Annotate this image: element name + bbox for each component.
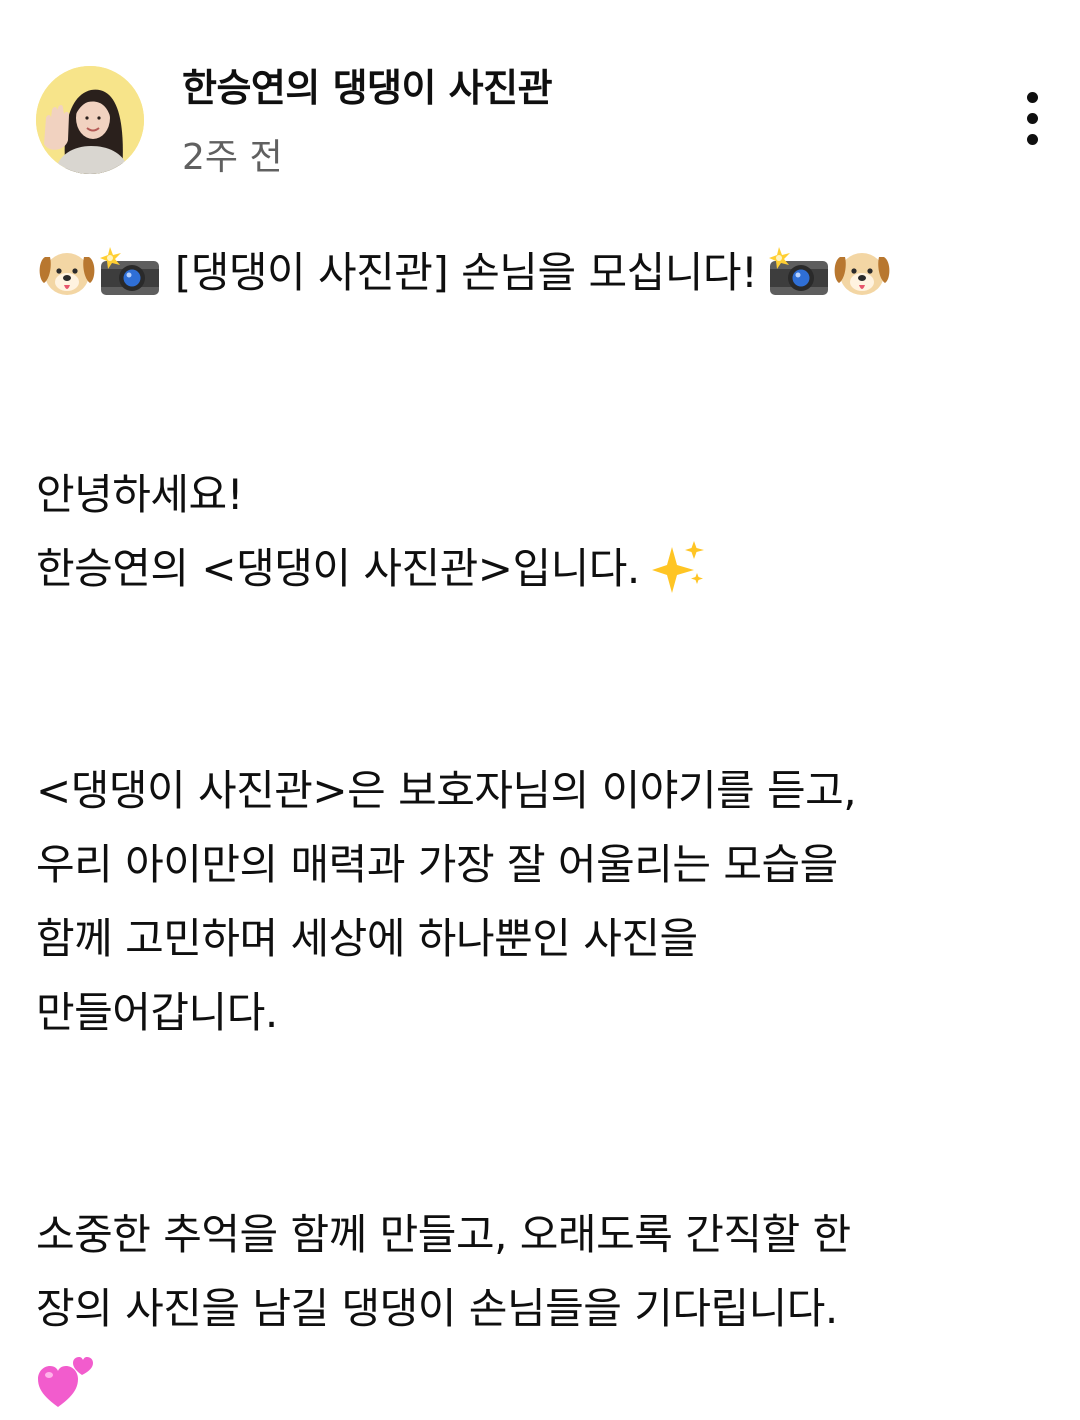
post-text-line: 우리 아이만의 매력과 가장 잘 어울리는 모습을 <box>36 840 838 889</box>
avatar-image <box>36 66 144 174</box>
dog-face-icon <box>831 245 893 299</box>
camera-flash-icon <box>767 245 831 299</box>
more-options-icon <box>1027 134 1038 145</box>
sparkles-icon <box>650 539 708 597</box>
post-text-line: 함께 고민하며 세상에 하나뿐인 사진을 <box>36 914 698 963</box>
post-header: 한승연의 댕댕이 사진관 2주 전 <box>36 66 1046 178</box>
more-options-button[interactable] <box>1020 92 1046 148</box>
post-text-line: <댕댕이 사진관>은 보호자님의 이야기를 듣고, <box>36 766 857 815</box>
post-text-line: 만들어갑니다. <box>36 988 278 1037</box>
post-text-line: 한승연의 <댕댕이 사진관>입니다. <box>36 532 1046 606</box>
post-title: [댕댕이 사진관] 손님을 모십니다! <box>174 248 758 297</box>
post-time: 2주 전 <box>182 137 283 178</box>
more-options-icon <box>1027 113 1038 124</box>
channel-name[interactable]: 한승연의 댕댕이 사진관 <box>182 66 553 110</box>
post-text-line: 장의 사진을 남길 댕댕이 손님들을 기다립니다. <box>36 1284 838 1333</box>
post-body: [댕댕이 사진관] 손님을 모십니다! 안녕하세요! 한승연의 <댕댕이 사진관… <box>36 236 1046 1420</box>
camera-flash-icon <box>98 245 162 299</box>
avatar[interactable] <box>36 66 144 174</box>
post-text-line: 안녕하세요! <box>36 470 244 519</box>
post-text: 한승연의 <댕댕이 사진관>입니다. <box>36 544 640 593</box>
more-options-icon <box>1027 92 1038 103</box>
two-hearts-icon <box>36 1353 98 1411</box>
post-title-line: [댕댕이 사진관] 손님을 모십니다! <box>36 236 1046 310</box>
post-text-line: 소중한 추억을 함께 만들고, 오래도록 간직할 한 <box>36 1210 851 1259</box>
post-text-line <box>36 1346 1046 1420</box>
dog-face-icon <box>36 245 98 299</box>
